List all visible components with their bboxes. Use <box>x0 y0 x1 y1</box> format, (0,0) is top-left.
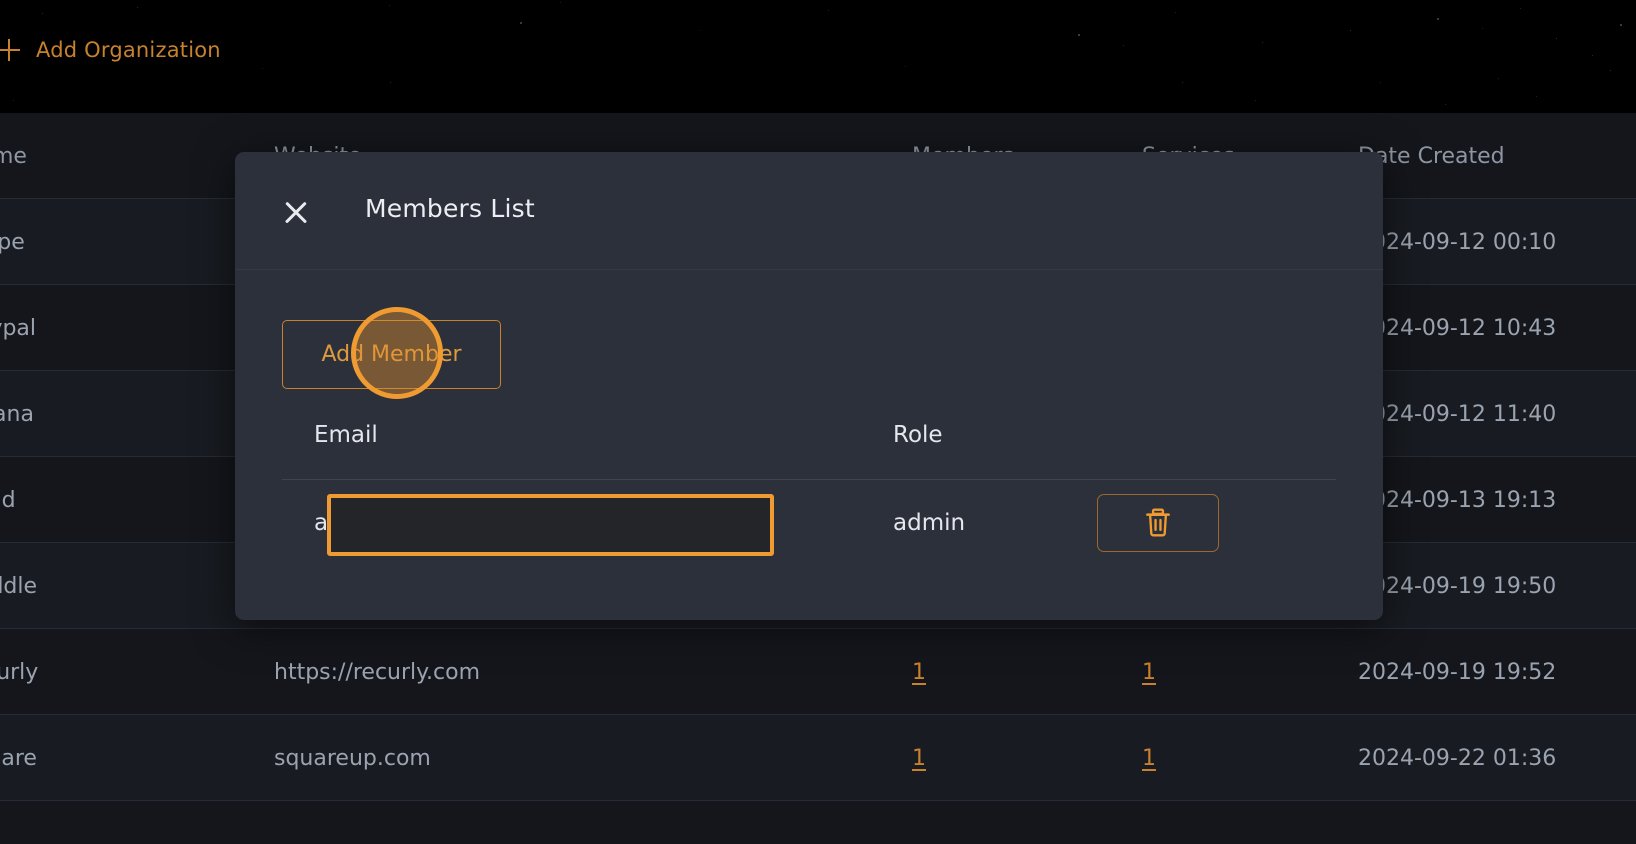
star-dot <box>390 82 392 84</box>
column-header-date-created: Date Created <box>1358 143 1505 169</box>
services-count-link[interactable]: 1 <box>1142 660 1156 685</box>
cell-date-created: 2024-09-22 01:36 <box>1358 745 1557 771</box>
cell-website: https://recurly.com <box>274 659 481 685</box>
column-header-email: Email <box>314 422 378 448</box>
modal-header: Members List <box>235 152 1383 270</box>
star-dot <box>560 2 561 3</box>
star-dot <box>1482 28 1484 30</box>
app-root: Add Organization NameWebsiteMembersServi… <box>0 0 1636 844</box>
close-icon[interactable] <box>279 196 313 230</box>
cell-name: solana <box>0 401 34 427</box>
star-dot <box>1182 82 1184 84</box>
table-row[interactable]: recurly https://recurly.com 1 1 2024-09-19 1… <box>0 629 1636 715</box>
services-count-link[interactable]: 1 <box>1142 746 1156 771</box>
starfield-header: Add Organization <box>0 0 1636 113</box>
star-dot <box>13 100 15 102</box>
star-dot <box>700 30 702 32</box>
cell-date-created: 2024-09-12 00:10 <box>1358 229 1557 255</box>
star-dot <box>1350 30 1352 32</box>
star-dot <box>1445 104 1447 106</box>
star-dot <box>1175 12 1177 14</box>
member-role: admin <box>893 510 966 536</box>
add-member-button[interactable]: Add Member <box>282 320 501 389</box>
star-dot <box>1262 42 1264 44</box>
star-dot <box>137 7 139 9</box>
star-dot <box>1078 34 1080 36</box>
cell-services: 1 <box>1110 715 1260 801</box>
star-dot <box>1498 78 1500 80</box>
star-dot <box>1123 45 1125 47</box>
cell-date-created: 2024-09-19 19:52 <box>1358 659 1557 685</box>
member-row: a admin <box>282 480 1336 566</box>
cell-services: 1 <box>1110 629 1260 715</box>
star-dot <box>1255 100 1257 102</box>
cell-name: paypal <box>0 315 37 341</box>
members-list-modal: Members List Add Member Email Role a adm… <box>235 152 1383 620</box>
member-email-input[interactable] <box>327 494 774 556</box>
cell-date-created: 2024-09-13 19:13 <box>1358 487 1557 513</box>
star-dot <box>1592 55 1594 57</box>
cell-name: stripe <box>0 229 25 255</box>
members-table: Email Role a admin <box>282 422 1336 566</box>
member-actions-cell <box>1097 480 1219 566</box>
cell-members: 1 <box>880 715 1030 801</box>
cell-date-created: 2024-09-19 19:50 <box>1358 573 1557 599</box>
star-dot <box>389 5 391 7</box>
star-dot <box>905 66 907 68</box>
cell-name: recurly <box>0 659 39 685</box>
star-dot <box>1610 70 1612 72</box>
cell-date-created: 2024-09-12 11:40 <box>1358 401 1557 427</box>
table-row[interactable]: square squareup.com 1 1 2024-09-22 01:36 <box>0 715 1636 801</box>
members-count-link[interactable]: 1 <box>912 746 926 771</box>
star-dot <box>262 68 263 69</box>
modal-title: Members List <box>365 194 535 223</box>
column-header-name: Name <box>0 143 27 169</box>
star-dot <box>1520 8 1522 10</box>
add-organization-label: Add Organization <box>36 38 221 62</box>
member-email-text: a <box>314 510 329 536</box>
cell-date-created: 2024-09-12 10:43 <box>1358 315 1557 341</box>
cell-name: plaid <box>0 487 16 513</box>
delete-member-button[interactable] <box>1097 494 1219 552</box>
star-dot <box>1380 82 1382 84</box>
star-dot <box>42 13 44 15</box>
cell-website: squareup.com <box>274 745 431 771</box>
star-dot <box>520 22 522 24</box>
star-dot <box>1556 38 1558 40</box>
star-dot <box>1536 96 1538 98</box>
star-dot <box>1620 24 1622 26</box>
cell-name: square <box>0 745 37 771</box>
add-organization-button[interactable]: Add Organization <box>0 38 221 62</box>
members-count-link[interactable]: 1 <box>912 660 926 685</box>
members-table-header: Email Role <box>282 422 1336 480</box>
trash-icon <box>1146 508 1170 537</box>
cell-members: 1 <box>880 629 1030 715</box>
column-header-role: Role <box>893 422 943 448</box>
star-dot <box>828 10 830 12</box>
plus-icon <box>0 39 20 61</box>
cell-name: paddle <box>0 573 38 599</box>
star-dot <box>1437 18 1439 20</box>
